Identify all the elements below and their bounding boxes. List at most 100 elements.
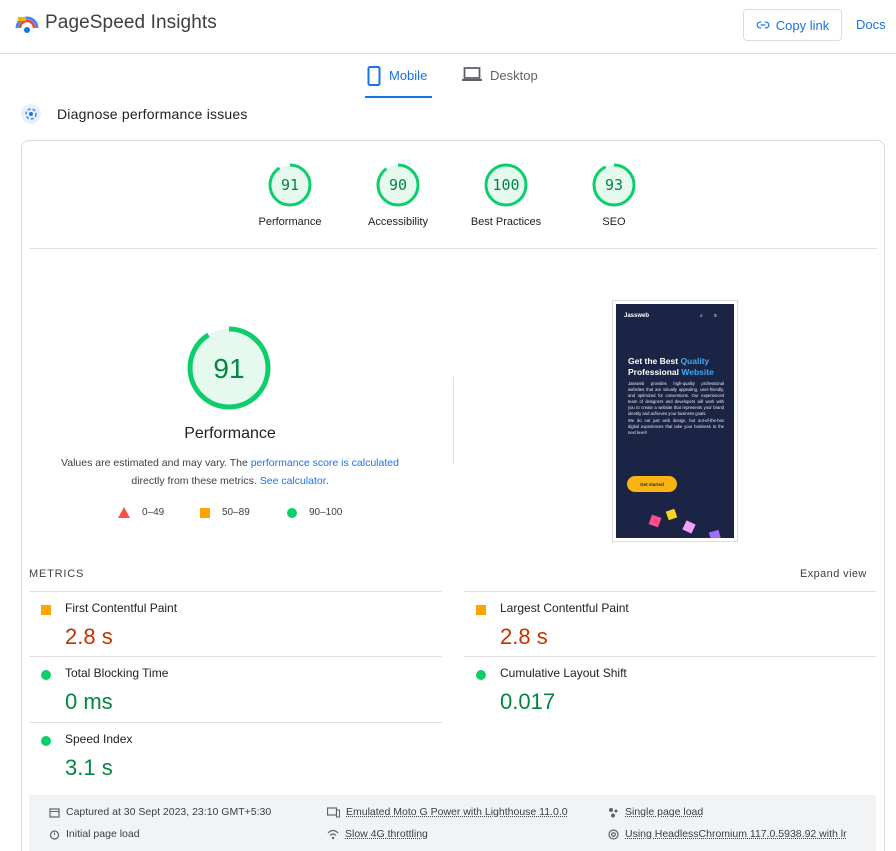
copy-link-button[interactable]: Copy link: [743, 9, 842, 41]
metric-value: 0 ms: [65, 689, 113, 714]
paragraph-2: We do not just web design, but out-of-th…: [628, 417, 724, 435]
legend-item-pass: 90–100: [287, 507, 342, 518]
gauge-ring-icon: 91: [268, 163, 312, 207]
gauge-label: Performance: [258, 216, 322, 228]
metric-name: Largest Contentful Paint: [500, 601, 629, 615]
top-header: PageSpeed Insights Copy link Docs: [0, 0, 896, 54]
score-gauge-accessibility[interactable]: 90 Accessibility: [353, 162, 443, 228]
runtime-settings-bar: Captured at 30 Sept 2023, 23:10 GMT+5:30…: [29, 795, 876, 851]
smartphone-icon: [367, 66, 381, 86]
circle-icon: [476, 670, 486, 680]
score-gauge-performance[interactable]: 91 Performance: [245, 162, 335, 228]
score-description: Values are estimated and may vary. The p…: [40, 454, 420, 490]
throttling-text: Slow 4G throttling: [345, 828, 428, 840]
captured-info: Captured at 30 Sept 2023, 23:10 GMT+5:30: [49, 806, 271, 818]
metric-name: Speed Index: [65, 732, 133, 746]
desc-text-2: directly from these metrics.: [131, 475, 260, 487]
divider: [464, 591, 876, 592]
brand-title: PageSpeed Insights: [45, 12, 217, 33]
tab-mobile[interactable]: Mobile: [365, 64, 432, 98]
score-gauge-best-practices[interactable]: 100 Best Practices: [461, 162, 551, 228]
metric-value: 2.8 s: [65, 624, 113, 649]
pagespeed-logo-icon: [15, 16, 39, 33]
square-icon: [200, 507, 210, 518]
calendar-icon: [49, 807, 60, 818]
device-text: Emulated Moto G Power with Lighthouse 11…: [346, 806, 568, 818]
heading-part: Professional: [628, 367, 682, 377]
gauge-value: 91: [281, 176, 299, 194]
initial-load-text: Initial page load: [66, 828, 140, 840]
main-performance-gauge: 91: [187, 326, 271, 410]
tab-desktop[interactable]: Desktop: [462, 64, 538, 98]
deco-shape: [682, 520, 696, 534]
metric-name: Total Blocking Time: [65, 666, 169, 680]
vertical-divider: [453, 377, 454, 464]
expand-view-toggle[interactable]: Expand view: [800, 568, 867, 580]
metric-value: 3.1 s: [65, 755, 113, 780]
metric-name: Cumulative Layout Shift: [500, 666, 627, 680]
timer-icon: [49, 829, 60, 840]
legend-item-fail: 0–49: [118, 507, 164, 518]
throttling-info[interactable]: Slow 4G throttling: [327, 828, 428, 840]
gauge-ring-icon: 93: [592, 163, 636, 207]
diagnose-icon: [21, 104, 41, 124]
circle-icon: [41, 736, 51, 746]
screenshot-get-started-button: Get started: [627, 476, 677, 492]
divider: [464, 656, 876, 657]
desc-text-1: Values are estimated and may vary. The: [61, 457, 251, 469]
deco-shape: [648, 514, 662, 528]
main-score-value: 91: [213, 353, 244, 384]
laptop-icon: [462, 67, 482, 81]
docs-link[interactable]: Docs: [856, 17, 886, 32]
metric-name: First Contentful Paint: [65, 601, 178, 615]
gauge-label: Accessibility: [368, 216, 428, 228]
triangle-icon: [118, 507, 130, 518]
gauge-label: Best Practices: [470, 216, 542, 228]
link-icon: [756, 21, 770, 29]
page-screenshot: Jassweb ⌕ ≡ Get the Best Quality Profess…: [616, 304, 734, 538]
browser-text: Using HeadlessChromium 117.0.5938.92 wit…: [625, 828, 847, 840]
screenshot-search-icon: ⌕: [700, 313, 703, 319]
performance-score-link[interactable]: performance score is calculated: [251, 457, 399, 469]
main-score-label: Performance: [184, 425, 276, 442]
session-info[interactable]: Single page load: [608, 806, 703, 818]
desc-text-3: .: [325, 475, 329, 487]
circle-icon: [41, 670, 51, 680]
screenshot-heading: Get the Best Quality Professional Websit…: [628, 356, 728, 378]
captured-text: Captured at 30 Sept 2023, 23:10 GMT+5:30: [66, 806, 272, 818]
devices-icon: [327, 806, 340, 817]
gauge-value: 100: [492, 176, 519, 194]
paragraph-1: Jassweb provides high-quality profession…: [628, 381, 724, 417]
legend-range: 0–49: [142, 507, 165, 518]
browser-info[interactable]: Using HeadlessChromium 117.0.5938.92 wit…: [608, 828, 847, 840]
device-info[interactable]: Emulated Moto G Power with Lighthouse 11…: [327, 806, 568, 818]
heading-highlight: Website: [681, 367, 714, 377]
initial-load-info: Initial page load: [49, 828, 140, 840]
see-calculator-link[interactable]: See calculator: [260, 475, 326, 487]
gauge-ring-icon: 90: [376, 163, 420, 207]
gauge-value: 90: [389, 176, 407, 194]
wifi-icon: [327, 829, 339, 839]
tab-mobile-label: Mobile: [389, 68, 428, 83]
diagnose-title: Diagnose performance issues: [57, 106, 248, 122]
session-text: Single page load: [625, 806, 704, 818]
score-gauge-seo[interactable]: 93 SEO: [569, 162, 659, 228]
metric-value: 2.8 s: [500, 624, 548, 649]
circle-icon: [287, 507, 297, 518]
legend-range: 50–89: [222, 507, 250, 518]
metrics-title: METRICS: [29, 568, 85, 580]
divider: [29, 591, 442, 592]
square-icon: [476, 605, 486, 615]
heading-highlight: Quality: [680, 356, 710, 366]
gauge-ring-icon: 100: [484, 163, 528, 207]
divider: [29, 248, 877, 249]
chrome-icon: [608, 828, 619, 840]
network-icon: [609, 807, 618, 817]
copy-link-label: Copy link: [775, 17, 830, 33]
screenshot-paragraph: Jassweb provides high-quality profession…: [628, 381, 724, 436]
legend-item-average: 50–89: [200, 507, 250, 518]
screenshot-logo: Jassweb: [624, 313, 650, 319]
gauge-label: SEO: [602, 216, 626, 228]
screenshot-menu-icon: ≡: [714, 313, 717, 319]
legend-range: 90–100: [309, 507, 343, 518]
